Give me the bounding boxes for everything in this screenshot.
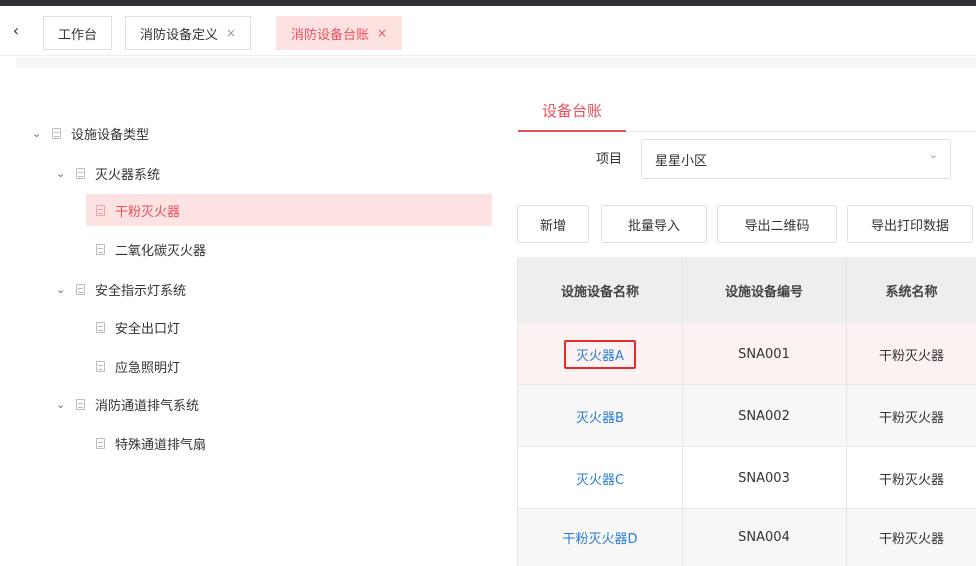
equipment-name-link[interactable]: 干粉灭火器D: [562, 528, 637, 547]
document-icon: [76, 167, 85, 179]
close-icon[interactable]: ×: [226, 26, 236, 40]
chevron-down-icon[interactable]: ⌄: [56, 167, 70, 180]
system-name-cell: 干粉灭火器: [878, 348, 944, 364]
document-icon: [96, 360, 105, 372]
tree-node-label: 安全出口灯: [115, 321, 181, 337]
chevron-down-icon[interactable]: ⌄: [32, 127, 46, 140]
export-qrcode-button[interactable]: 导出二维码: [717, 205, 837, 243]
tree-node-label: 应急照明灯: [115, 360, 181, 376]
equipment-name-link[interactable]: 灭火器B: [576, 407, 624, 426]
column-header-system: 系统名称: [885, 284, 938, 300]
document-icon: [96, 243, 105, 255]
chevron-down-icon: ⌄: [928, 148, 938, 161]
content-divider: [16, 57, 976, 68]
equipment-name-link[interactable]: 灭火器C: [576, 469, 624, 488]
chevron-down-icon[interactable]: ⌄: [56, 283, 70, 296]
tree-node-root[interactable]: ⌄ 设施设备类型: [32, 117, 149, 149]
project-select[interactable]: 星星小区 ⌄: [641, 139, 951, 179]
tree-node-group[interactable]: ⌄ 消防通道排气系统: [56, 388, 199, 420]
equipment-name-link[interactable]: 灭火器A: [564, 339, 636, 369]
table-header: 设施设备名称 设施设备编号 系统名称: [518, 257, 976, 323]
table-row[interactable]: 灭火器C SNA003 干粉灭火器: [518, 447, 976, 509]
equipment-code-cell: SNA003: [738, 470, 790, 486]
tree-node-leaf[interactable]: 应急照明灯: [96, 350, 180, 382]
tree-node-label: 安全指示灯系统: [95, 283, 187, 299]
document-icon: [76, 398, 85, 410]
system-name-cell: 干粉灭火器: [878, 472, 944, 488]
tab-bar: ‹ 工作台 消防设备定义 × 消防设备台账 ×: [0, 6, 976, 56]
tree-node-label: 二氧化碳灭火器: [115, 243, 207, 259]
tab-fire-equipment-ledger[interactable]: 消防设备台账 ×: [276, 16, 403, 50]
column-divider: [682, 257, 683, 566]
equipment-table: 设施设备名称 设施设备编号 系统名称 灭火器A SNA001 干粉灭火器 灭火器…: [517, 257, 976, 566]
tab-fire-equipment-definition[interactable]: 消防设备定义 ×: [125, 16, 252, 50]
system-name-cell: 干粉灭火器: [878, 532, 944, 547]
tab-label: 工作台: [58, 27, 98, 43]
table-row[interactable]: 灭火器B SNA002 干粉灭火器: [518, 385, 976, 447]
tab-equipment-ledger[interactable]: 设备台账: [518, 94, 626, 132]
tab-label: 消防设备定义: [140, 27, 219, 43]
document-icon: [96, 437, 105, 449]
tree-node-label: 设施设备类型: [71, 127, 150, 143]
tree-node-leaf-selected[interactable]: 干粉灭火器: [86, 194, 492, 226]
column-header-code: 设施设备编号: [724, 284, 803, 300]
equipment-code-cell: SNA001: [738, 346, 790, 362]
equipment-code-cell: SNA002: [738, 408, 790, 424]
divider: [626, 131, 976, 132]
export-print-data-button[interactable]: 导出打印数据: [847, 205, 973, 243]
project-select-value: 星星小区: [655, 153, 708, 169]
column-header-name: 设施设备名称: [560, 284, 639, 300]
document-icon: [96, 321, 105, 333]
chevron-left-icon[interactable]: ‹: [6, 19, 26, 43]
document-icon: [52, 127, 61, 139]
tree-node-leaf[interactable]: 安全出口灯: [96, 311, 180, 343]
tab-workbench[interactable]: 工作台: [43, 16, 113, 50]
document-icon: [76, 283, 85, 295]
tree-node-group[interactable]: ⌄ 灭火器系统: [56, 157, 160, 189]
tree-node-leaf[interactable]: 二氧化碳灭火器: [96, 233, 206, 265]
project-label: 项目: [596, 152, 623, 167]
tree-node-label: 灭火器系统: [95, 167, 161, 183]
document-icon: [96, 204, 105, 216]
batch-import-button[interactable]: 批量导入: [601, 205, 707, 243]
equipment-name-cell: 干粉灭火器D: [518, 509, 682, 566]
tab-label: 消防设备台账: [291, 27, 370, 43]
equipment-code-cell: SNA004: [738, 530, 790, 545]
equipment-name-cell: 灭火器B: [518, 385, 682, 447]
equipment-name-cell: 灭火器A: [518, 323, 682, 385]
table-row[interactable]: 干粉灭火器D SNA004 干粉灭火器: [518, 509, 976, 566]
add-button[interactable]: 新增: [517, 205, 589, 243]
system-name-cell: 干粉灭火器: [878, 410, 944, 426]
tree-node-leaf[interactable]: 特殊通道排气扇: [96, 427, 206, 459]
chevron-down-icon[interactable]: ⌄: [56, 398, 70, 411]
tree-node-label: 干粉灭火器: [115, 204, 181, 220]
table-row[interactable]: 灭火器A SNA001 干粉灭火器: [518, 323, 976, 385]
tree-node-label: 特殊通道排气扇: [115, 437, 207, 453]
tree-node-group[interactable]: ⌄ 安全指示灯系统: [56, 273, 186, 305]
tree-node-label: 消防通道排气系统: [95, 398, 200, 414]
column-divider: [846, 257, 847, 566]
equipment-name-cell: 灭火器C: [518, 447, 682, 509]
close-icon[interactable]: ×: [377, 26, 387, 40]
